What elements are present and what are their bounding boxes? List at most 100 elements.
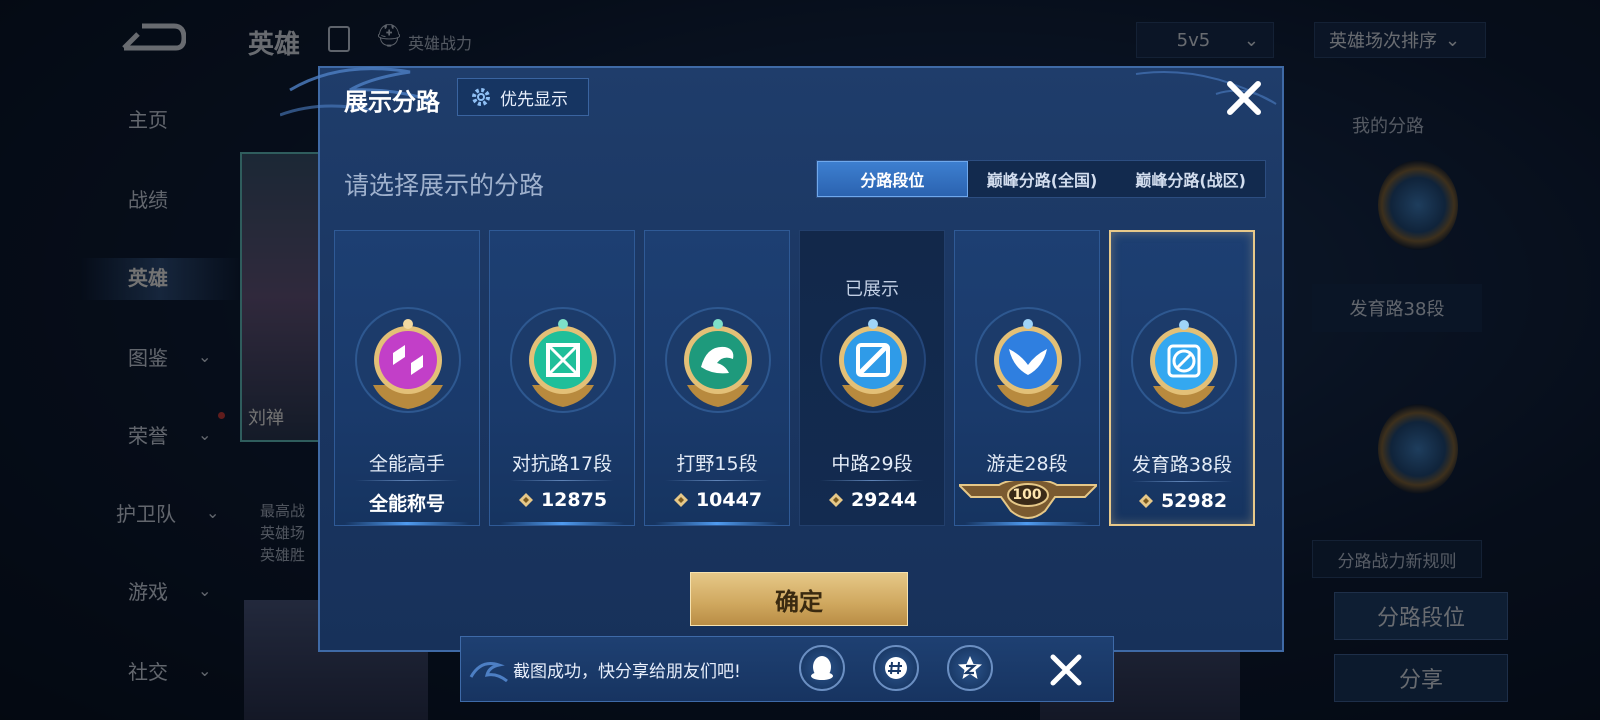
nav-item-hero[interactable]: 英雄 [100,262,230,291]
tab-lane-rank[interactable]: 分路段位 [817,161,968,197]
swirl-decoration-icon [469,662,508,683]
nav-item-social[interactable]: 社交 ⌄ [100,656,230,685]
hero-stats: 最高战 英雄场 英雄胜 [260,500,305,566]
share-qq-button[interactable] [799,645,845,691]
lane-card-list: 全能高手 全能称号 对抗路17段 12875 打野15段 10447 已展示 中… [334,230,1264,526]
lane-name: 中路29段 [831,453,913,475]
lane-name: 发育路38段 [1131,454,1233,476]
share-button[interactable]: 分享 [1334,654,1508,702]
hash-chat-icon [885,657,907,679]
lane-display-dialog: 展示分路 优先显示 请选择展示的分路 分路段位 巅峰分路(全国) 巅峰分路(战区… [280,66,1284,652]
lane-medal-icon [1378,404,1458,494]
card-glow [500,522,624,525]
hero-stat-line: 英雄胜 [260,546,306,564]
nav-item-home[interactable]: 主页 [100,104,230,133]
nav-label: 护卫队 [116,502,176,526]
mode-select[interactable]: 5v5 ⌄ [1136,22,1274,58]
nav-label: 英雄 [128,266,168,290]
lane-card-clash[interactable]: 对抗路17段 12875 [489,230,635,526]
lane-card-mid[interactable]: 已展示 中路29段 29244 [799,230,945,526]
lane-score: 52982 [1111,490,1253,512]
roam-wings-icon [975,307,1081,413]
hero-stat-line: 英雄场 [260,524,306,542]
toast-message: 截图成功，快分享给朋友们吧! [513,662,741,682]
nav-item-guard[interactable]: 护卫队 ⌄ [100,498,230,527]
card-glow [965,522,1089,525]
lane-card-roam[interactable]: 游走28段 100 [954,230,1100,526]
nav-label: 战绩 [128,188,168,212]
jungle-dragon-icon [665,307,771,413]
nav-label: 社交 [128,660,168,684]
priority-display-label: 优先显示 [500,89,568,110]
tab-peak-region[interactable]: 巅峰分路(战区) [1116,161,1265,197]
all-round-icon [355,307,461,413]
notification-dot [218,412,225,419]
lane-name: 对抗路17段 [511,453,613,475]
lane-score-value: 52982 [1160,490,1228,512]
lane-card-all-round[interactable]: 全能高手 全能称号 [334,230,480,526]
close-icon[interactable] [1224,78,1264,118]
divider [665,480,769,481]
lane-score: 10447 [645,489,789,511]
sort-select-value: 英雄场次排序 [1329,31,1437,52]
lane-type-tabs: 分路段位 巅峰分路(全国) 巅峰分路(战区) [816,160,1266,198]
dialog-title: 展示分路 [344,88,440,116]
lane-score: 12875 [490,489,634,511]
lane-rules-link[interactable]: 分路战力新规则 [1312,540,1482,578]
hero-power-label[interactable]: 英雄战力 [408,30,472,54]
lane-score-value: 12875 [540,489,608,511]
divider [1131,481,1233,482]
close-icon[interactable] [1047,651,1085,689]
nav-item-honor[interactable]: 荣誉 ⌄ [100,420,230,449]
chevron-down-icon: ⌄ [1445,29,1461,51]
back-icon[interactable] [120,22,186,52]
page-title: 英雄 [248,30,301,60]
power-icon [673,493,688,507]
share-qzone-button[interactable] [947,645,993,691]
divider [820,480,924,481]
divider [510,480,614,481]
confirm-button[interactable]: 确定 [690,572,908,626]
lane-score-value: 全能称号 [368,493,445,515]
nav-label: 游戏 [128,580,168,604]
power-icon [518,493,533,507]
chevron-down-icon: ⌄ [198,581,212,600]
lane-score: 全能称号 [335,489,479,516]
my-lane-label: 发育路38段 [1312,284,1482,332]
card-glow [655,522,779,525]
lane-card-jungle[interactable]: 打野15段 10447 [644,230,790,526]
hero-name: 刘禅 [248,408,284,429]
tab-peak-national[interactable]: 巅峰分路(全国) [968,161,1117,197]
lane-medal-icon [1378,160,1458,250]
lane-score-value: 29244 [850,489,918,511]
list-icon[interactable] [328,26,350,52]
hero-stat-line: 最高战 [260,502,306,520]
chevron-down-icon: ⌄ [206,503,220,522]
lane-name: 全能高手 [368,453,445,475]
card-glow [345,522,469,525]
lane-card-farm[interactable]: 发育路38段 52982 [1109,230,1255,526]
share-wechat-button[interactable] [873,645,919,691]
priority-display-button[interactable]: 优先显示 [457,78,589,116]
power-icon [828,493,843,507]
qzone-star-icon [958,656,982,679]
mid-lane-icon [820,307,926,413]
lane-score: 29244 [800,489,944,511]
already-shown-label: 已展示 [845,279,899,300]
hero-portrait[interactable] [240,152,322,442]
power-icon [1138,494,1153,508]
chevron-down-icon: ⌄ [1243,29,1259,51]
lane-rank-button[interactable]: 分路段位 [1334,592,1508,640]
mode-select-value: 5v5 [1176,29,1211,51]
gear-icon [472,88,490,106]
divider [355,480,459,481]
nav-label: 主页 [128,108,168,132]
helmet-icon: ⛑ [375,24,403,49]
nav-item-game[interactable]: 游戏 ⌄ [100,576,230,605]
qq-penguin-icon [811,656,833,680]
sort-select[interactable]: 英雄场次排序 ⌄ [1314,22,1486,58]
lane-score-value: 10447 [695,489,763,511]
rank-badge-value: 100 [1012,487,1042,503]
nav-item-record[interactable]: 战绩 [100,184,230,213]
nav-item-codex[interactable]: 图鉴 ⌄ [100,342,230,371]
